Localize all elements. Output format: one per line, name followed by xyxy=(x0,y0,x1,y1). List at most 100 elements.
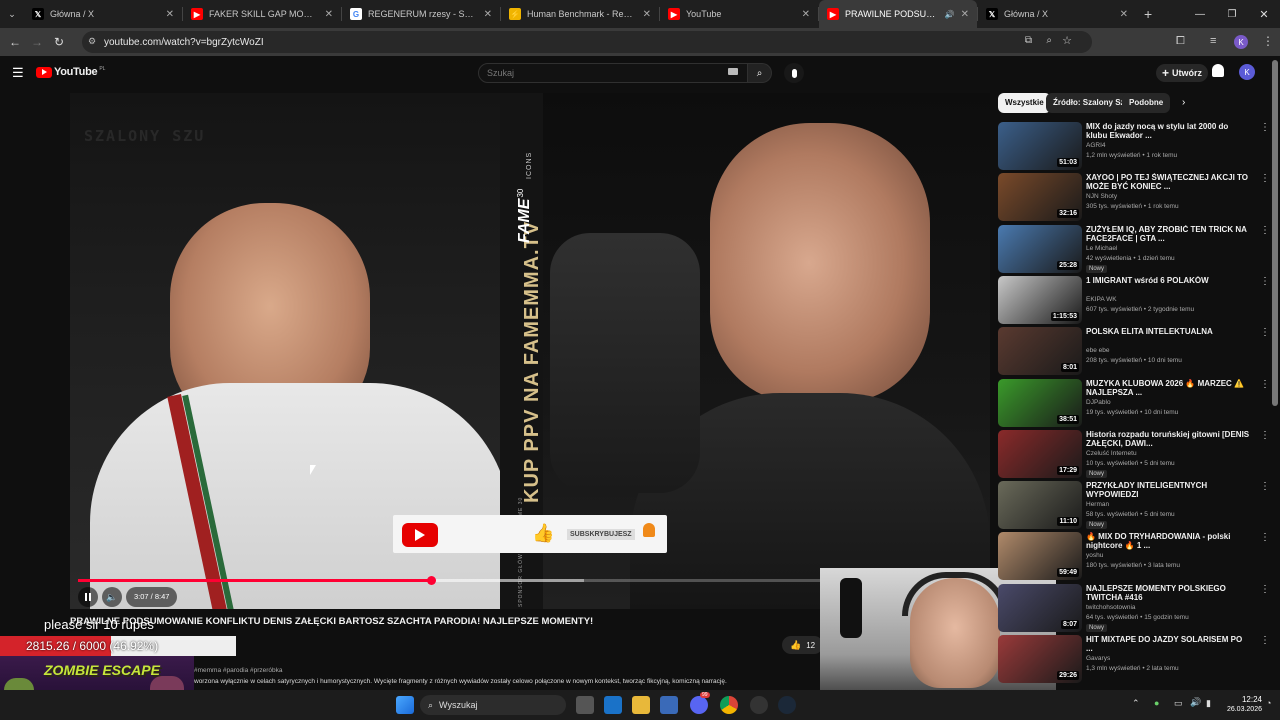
recommendation-item[interactable]: 17:29 Historia rozpadu toruńskiej gitowni… xyxy=(998,429,1270,480)
more-actions-icon[interactable]: ⋮ xyxy=(1260,122,1270,133)
more-actions-icon[interactable]: ⋮ xyxy=(1260,276,1270,287)
search-input[interactable]: Szukaj xyxy=(478,63,748,83)
channel-name[interactable]: DJPablo xyxy=(1086,399,1111,406)
zoom-icon[interactable]: ⌕ xyxy=(1046,35,1052,46)
more-actions-icon[interactable]: ⋮ xyxy=(1260,173,1270,184)
guide-menu-icon[interactable]: ☰ xyxy=(12,65,24,81)
chip-all[interactable]: Wszystkie xyxy=(998,93,1051,113)
tray-chevron-icon[interactable]: ⌃ xyxy=(1132,698,1140,709)
reading-list-icon[interactable]: ≡ xyxy=(1210,35,1216,47)
clock-time[interactable]: 12:24 xyxy=(1222,695,1262,704)
volume-button[interactable]: 🔈 xyxy=(102,587,122,607)
page-scrollbar[interactable] xyxy=(1272,60,1278,406)
video-thumbnail[interactable]: 8:01 xyxy=(998,327,1082,376)
chrome-icon[interactable] xyxy=(720,696,738,714)
channel-name[interactable]: NJN Shoty xyxy=(1086,193,1117,200)
video-thumbnail[interactable]: 8:07 xyxy=(998,583,1082,632)
video-thumbnail[interactable]: 17:29 xyxy=(998,429,1082,478)
recommendation-title[interactable]: POLSKA ELITA INTELEKTUALNA xyxy=(1086,327,1251,336)
notifications-icon[interactable] xyxy=(1212,64,1224,77)
recommendation-item[interactable]: 1:15:53 1 IMIGRANT wśród 6 POLAKÓW EKIPA W… xyxy=(998,275,1270,326)
channel-name[interactable]: Czeluść Internetu xyxy=(1086,450,1137,457)
tab-close-icon[interactable]: ✕ xyxy=(166,9,174,20)
windows-start-icon[interactable] xyxy=(396,696,414,714)
video-thumbnail[interactable]: 51:03 xyxy=(998,122,1082,170)
chips-next-icon[interactable]: › xyxy=(1182,97,1185,108)
back-icon[interactable]: ← xyxy=(4,31,26,53)
speaker-icon[interactable]: 🔊 xyxy=(1190,697,1201,708)
task-view-icon[interactable] xyxy=(576,696,594,714)
recommendation-item[interactable]: 8:01 POLSKA ELITA INTELEKTUALNA ebe ebe 208… xyxy=(998,327,1270,377)
minimize-icon[interactable]: — xyxy=(1184,0,1216,28)
tab-close-icon[interactable]: ✕ xyxy=(325,9,333,20)
browser-tab[interactable]: 𝕏 Główna / X ✕ xyxy=(24,0,182,28)
browser-tab[interactable]: ⚡ Human Benchmark - Reaction T ✕ xyxy=(501,0,659,28)
recommendation-title[interactable]: ZUŻYŁEM IQ, ABY ZROBIĆ TEN TRICK NA FACE… xyxy=(1086,225,1251,243)
new-tab-button[interactable]: + xyxy=(1144,6,1152,22)
chip-related[interactable]: Podobne xyxy=(1122,93,1171,113)
more-actions-icon[interactable]: ⋮ xyxy=(1260,430,1270,441)
channel-name[interactable]: Le Michael xyxy=(1086,245,1117,252)
recommendation-title[interactable]: XAYOO | PO TEJ ŚWIĄTECZNEJ AKCJI TO MOŻE… xyxy=(1086,173,1251,191)
more-actions-icon[interactable]: ⋮ xyxy=(1260,584,1270,595)
tab-close-icon[interactable]: ✕ xyxy=(484,9,492,20)
video-thumbnail[interactable]: 29:26 xyxy=(998,635,1082,683)
description-tags[interactable]: #memma #parodia #przeróbka xyxy=(194,667,283,674)
address-bar[interactable]: ⚙ youtube.com/watch?v=bgrZytcWoZI ⧉ ⌕ ☆ xyxy=(82,31,1092,53)
recommendation-item[interactable]: 29:26 HIT MIXTAPE DO JAZDY SOLARISEM PO .… xyxy=(998,635,1270,685)
bookmark-star-icon[interactable]: ☆ xyxy=(1062,34,1072,47)
browser-tab[interactable]: G REGENERUM rzesy - Szukaj w G ✕ xyxy=(342,0,500,28)
site-info-icon[interactable]: ⚙ xyxy=(88,36,96,47)
tab-close-icon[interactable]: ✕ xyxy=(643,9,651,20)
clock-date[interactable]: 26.03.2026 xyxy=(1208,706,1262,713)
network-icon[interactable]: ▭ xyxy=(1174,698,1183,709)
recommendation-item[interactable]: 11:10 PRZYKŁADY INTELIGENTNYCH WYPOWIEDZI… xyxy=(998,481,1270,531)
recommendation-title[interactable]: Historia rozpadu toruńskiej gitowni [DEN… xyxy=(1086,430,1251,448)
video-thumbnail[interactable]: 32:16 xyxy=(998,173,1082,222)
tray-mic-icon[interactable]: ● xyxy=(1154,698,1159,708)
more-actions-icon[interactable]: ⋮ xyxy=(1260,481,1270,492)
video-player[interactable]: SZALONY SZU KUP PPV NA FAMEMMA.TV FAME 3… xyxy=(70,93,990,609)
discord-icon[interactable]: 99 xyxy=(690,692,710,714)
recommendation-item[interactable]: 25:28 ZUŻYŁEM IQ, ABY ZROBIĆ TEN TRICK NA… xyxy=(998,224,1270,275)
video-thumbnail[interactable]: 11:10 xyxy=(998,481,1082,530)
channel-name[interactable]: AGRI4 xyxy=(1086,142,1106,149)
youtube-logo[interactable]: YouTube PL xyxy=(36,66,105,78)
video-thumbnail[interactable]: 59:49 xyxy=(998,532,1082,581)
like-button[interactable]: 👍 12 xyxy=(782,636,824,654)
more-actions-icon[interactable]: ⋮ xyxy=(1260,532,1270,543)
channel-name[interactable]: EKIPA WK xyxy=(1086,296,1117,303)
voice-search-button[interactable] xyxy=(784,63,804,83)
recommendation-title[interactable]: MUZYKA KLUBOWA 2026 🔥 MARZEC ⚠️ NAJLEPSZ… xyxy=(1086,379,1251,397)
taskbar-search-box[interactable]: ⌕ Wyszukaj xyxy=(420,695,566,715)
obs-icon[interactable] xyxy=(750,696,768,714)
browser-tab[interactable]: 𝕏 Główna / X ✕ xyxy=(978,0,1136,28)
pause-button[interactable] xyxy=(78,587,98,607)
channel-name[interactable]: Herman xyxy=(1086,501,1109,508)
video-thumbnail[interactable]: 38:51 xyxy=(998,378,1082,427)
more-actions-icon[interactable]: ⋮ xyxy=(1260,225,1270,236)
more-actions-icon[interactable]: ⋮ xyxy=(1260,327,1270,338)
profile-avatar[interactable]: K xyxy=(1234,35,1248,49)
recommendation-title[interactable]: 🔥 MIX DO TRYHARDOWANIA - polski nightcor… xyxy=(1086,532,1251,550)
recommendation-item[interactable]: 32:16 XAYOO | PO TEJ ŚWIĄTECZNEJ AKCJI TO… xyxy=(998,173,1270,223)
recommendation-title[interactable]: 1 IMIGRANT wśród 6 POLAKÓW xyxy=(1086,276,1251,285)
channel-name[interactable]: ebe ebe xyxy=(1086,347,1110,354)
search-button[interactable]: ⌕ xyxy=(748,63,772,83)
browser-menu-icon[interactable]: ⋮ xyxy=(1262,34,1274,48)
tab-close-icon[interactable]: ✕ xyxy=(961,9,969,20)
store-icon[interactable] xyxy=(660,696,678,714)
video-thumbnail[interactable]: 1:15:53 xyxy=(998,275,1082,324)
more-actions-icon[interactable]: ⋮ xyxy=(1260,379,1270,390)
browser-tab[interactable]: ▶ FAKER SKILL GAP MOMENT 🫨 ✕ xyxy=(183,0,341,28)
recommendation-title[interactable]: MIX do jazdy nocą w stylu lat 2000 do kl… xyxy=(1086,122,1251,140)
recommendation-item[interactable]: 59:49 🔥 MIX DO TRYHARDOWANIA - polski nig… xyxy=(998,532,1270,582)
browser-tab[interactable]: ▶ YouTube ✕ xyxy=(660,0,818,28)
recommendation-title[interactable]: NAJLEPSZE MOMENTY POLSKIEGO TWITCHA #416 xyxy=(1086,584,1251,602)
account-avatar[interactable]: K xyxy=(1239,64,1255,80)
notification-center-icon[interactable]: ◔ xyxy=(1266,698,1271,708)
channel-name[interactable]: yoshu xyxy=(1086,552,1103,559)
tab-audio-icon[interactable]: 🔊 xyxy=(945,10,955,19)
recommendation-item[interactable]: 51:03 MIX do jazdy nocą w stylu lat 2000 … xyxy=(998,122,1270,172)
recommendation-title[interactable]: HIT MIXTAPE DO JAZDY SOLARISEM PO ... xyxy=(1086,635,1251,653)
